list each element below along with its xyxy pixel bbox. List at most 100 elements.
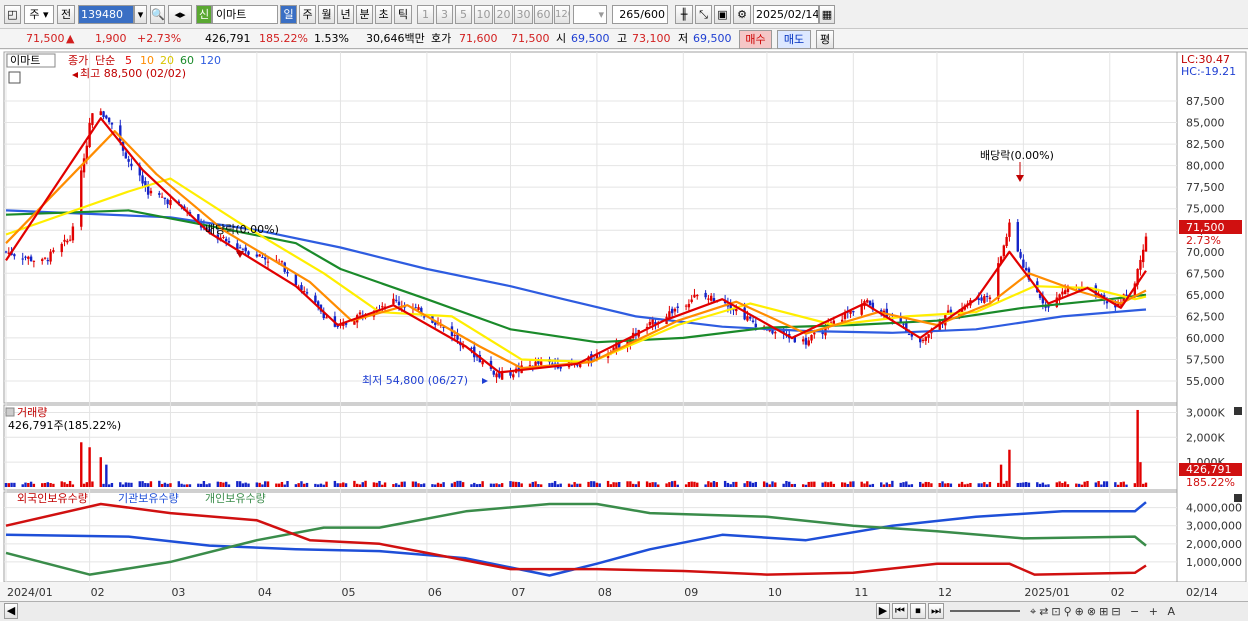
volume-panel-toggle[interactable] (5, 407, 15, 417)
period-year-button[interactable]: 년 (337, 5, 354, 24)
candle-body (102, 111, 105, 118)
candle-body (866, 299, 869, 303)
volume-bar (417, 483, 420, 487)
sell-button[interactable]: 매도 (777, 30, 811, 49)
holding-tick-label: 4,000,000 (1186, 502, 1242, 515)
volume-bar (648, 482, 652, 487)
market-select[interactable]: 주 ▾ (24, 5, 54, 24)
bottom-scrollbar[interactable]: ◀ ▶ ⏮ ⏹ ⏭ ⌖⇄⊡⚲⊕⊗⊞⊟ − + A (0, 601, 1248, 621)
high-price: 73,100 (632, 32, 671, 45)
period-second-button[interactable]: 초 (375, 5, 392, 24)
volume-bar (238, 481, 242, 487)
save-icon[interactable]: ▣ (714, 5, 731, 24)
volume-bar (810, 481, 813, 487)
table-icon[interactable] (8, 71, 21, 84)
stock-code-input[interactable]: 139480 (78, 5, 134, 24)
volume-bar (333, 480, 337, 487)
price-tick-label: 80,000 (1186, 160, 1225, 173)
avg-button[interactable]: 평 (816, 30, 834, 49)
last-button[interactable]: ⏭ (928, 603, 944, 619)
drawing-tools-icon[interactable]: ⌖⇄⊡⚲⊕⊗⊞⊟ − + A (1030, 605, 1178, 619)
volume-bar (891, 480, 894, 487)
volume-bar (29, 481, 33, 487)
volume-bar (208, 483, 211, 487)
interval-60-button[interactable]: 60 (534, 5, 553, 24)
interval-20-button[interactable]: 20 (494, 5, 513, 24)
stock-chart-svg[interactable]: 87,50085,00082,50080,00077,50075,00072,5… (0, 50, 1248, 602)
candle-body (52, 250, 55, 252)
candle-body (1144, 236, 1148, 252)
first-button[interactable]: ⏮ (892, 603, 908, 619)
candle-body (264, 257, 267, 260)
period-tick-button[interactable]: 틱 (394, 5, 412, 24)
volume-bar (107, 484, 111, 487)
volume-bar (7, 483, 10, 487)
period-day-button[interactable]: 일 (280, 5, 297, 24)
scroll-right-button[interactable]: ▶ (876, 603, 890, 619)
price-tick-label: 85,000 (1186, 117, 1225, 130)
volume-bar (654, 482, 657, 487)
interval-dropdown[interactable]: ▾ (573, 5, 607, 24)
volume-bar (280, 481, 284, 487)
scroll-left-button[interactable]: ◀ (4, 603, 18, 619)
interval-30-button[interactable]: 30 (514, 5, 533, 24)
interval-10-button[interactable]: 10 (474, 5, 493, 24)
date-field[interactable]: 2025/02/14 (753, 5, 819, 24)
calendar-icon[interactable]: ▦ (819, 5, 835, 24)
volume-bar (300, 481, 303, 487)
interval-3-button[interactable]: 3 (436, 5, 453, 24)
search-icon[interactable]: 🔍 (150, 5, 165, 24)
candle-body (492, 370, 495, 375)
chart-menu-icon[interactable]: ◰ (4, 5, 21, 24)
period-month-button[interactable]: 월 (318, 5, 335, 24)
candle-body (924, 336, 928, 341)
volume-bar (1019, 482, 1022, 487)
interval-5-button[interactable]: 5 (455, 5, 472, 24)
volume-bar (21, 484, 24, 487)
code-dropdown-icon[interactable]: ▾ (134, 5, 147, 24)
volume-bar (1027, 482, 1031, 487)
volume-bar (1144, 482, 1148, 487)
price-tick-label: 75,000 (1186, 203, 1225, 216)
volume-bar (275, 483, 278, 487)
volume-bar (286, 481, 289, 487)
settings-gear-icon[interactable]: ⚙ (733, 5, 751, 24)
data-count-field[interactable]: 265/600 (612, 5, 668, 24)
stop-button[interactable]: ⏹ (910, 603, 926, 619)
volume-bar (1083, 481, 1086, 487)
candle-body (868, 300, 872, 306)
zoom-icon[interactable]: ⤡ (695, 5, 712, 24)
candle-body (693, 294, 696, 298)
period-week-button[interactable]: 주 (299, 5, 316, 24)
volume-bar (264, 481, 267, 487)
volume-bar (1022, 482, 1025, 487)
prev-button[interactable]: 전 (57, 5, 75, 24)
volume-bar (849, 481, 852, 487)
candle-body (804, 337, 808, 345)
close-volume-panel-icon[interactable] (1234, 407, 1242, 415)
volume-bar (548, 483, 551, 487)
zoom-slider[interactable] (950, 610, 1020, 612)
period-minute-button[interactable]: 분 (356, 5, 373, 24)
volume-tag-value: 426,791 (1186, 463, 1232, 476)
volume-bar (726, 482, 730, 487)
volume-bar (1002, 483, 1006, 487)
chart-area[interactable]: 87,50085,00082,50080,00077,50075,00072,5… (0, 50, 1248, 602)
volume-bar (517, 482, 521, 487)
sound-icon[interactable]: ◂▸ (168, 5, 192, 24)
volume-bar (882, 484, 886, 487)
buy-button[interactable]: 매수 (739, 30, 772, 49)
candle-type-icon[interactable]: ╫ (675, 5, 693, 24)
interval-120-button[interactable]: 120 (554, 5, 570, 24)
volume-bar (960, 481, 964, 487)
stock-name-field[interactable]: 이마트 (212, 5, 278, 24)
volume-bar (364, 480, 367, 487)
close-holding-panel-icon[interactable] (1234, 494, 1242, 502)
volume-bar (559, 483, 562, 487)
volume-bar (500, 483, 504, 487)
interval-1-button[interactable]: 1 (417, 5, 434, 24)
candle-body (1019, 252, 1022, 258)
volume-bar (361, 482, 364, 487)
candle-body (166, 199, 169, 205)
volume-bar (202, 481, 206, 487)
